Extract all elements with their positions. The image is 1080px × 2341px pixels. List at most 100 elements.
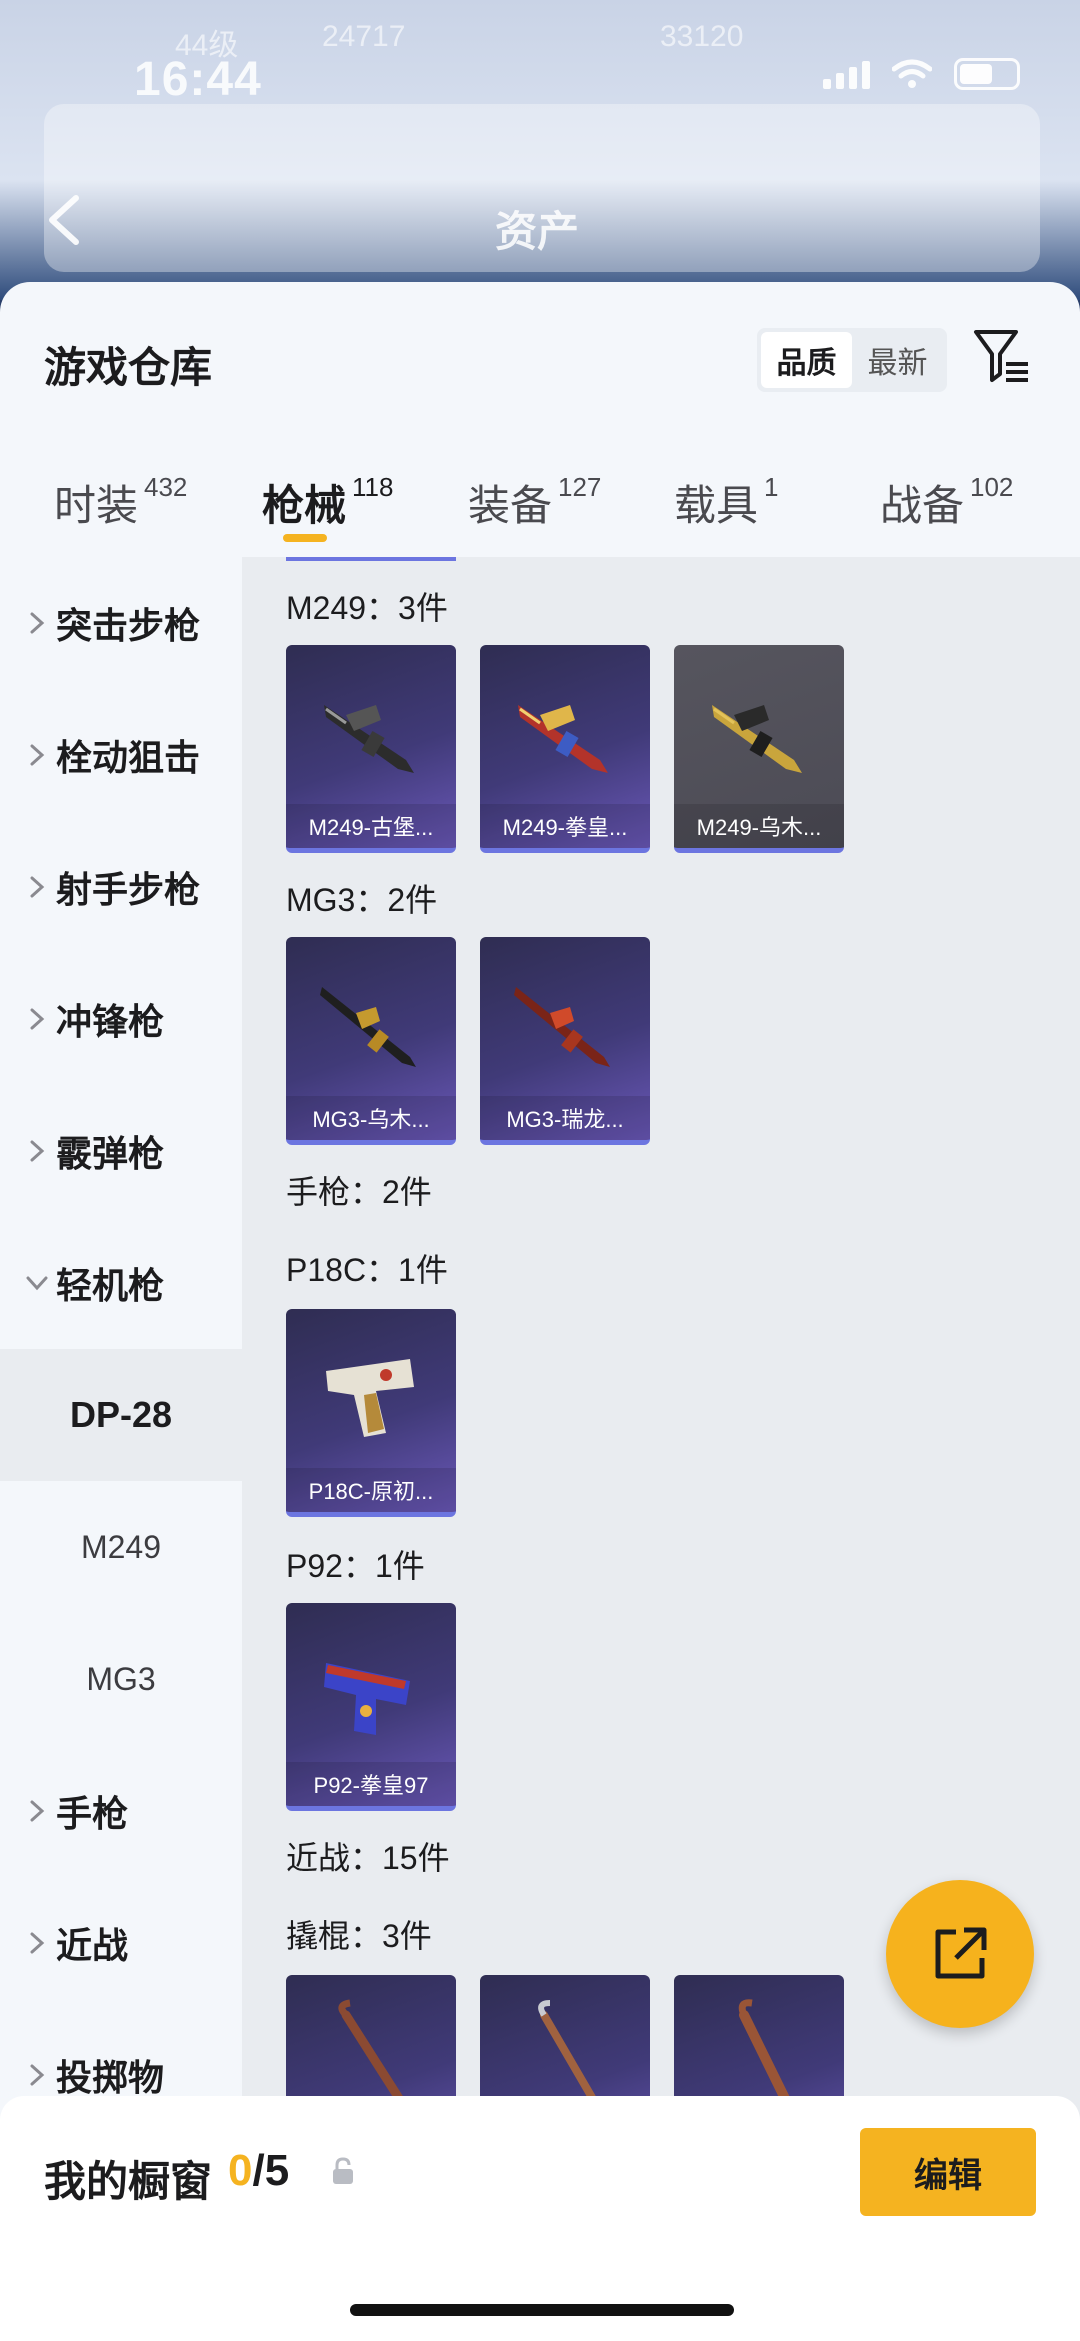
item-card[interactable]: M249-拳皇... (480, 645, 650, 853)
tab-count: 1 (764, 472, 779, 502)
category-label: 投掷物 (56, 2057, 165, 2098)
item-name: MG3-乌木... (286, 1096, 456, 1140)
section-label-mg3: MG3：2件 (286, 882, 438, 918)
category-bolt-sniper[interactable]: 栓动狙击 (0, 689, 242, 821)
chevron-right-icon (30, 2064, 45, 2086)
category-lmg[interactable]: 轻机枪 (0, 1217, 242, 1349)
section-label-m249: M249：3件 (286, 590, 448, 626)
subcategory-mg3[interactable]: MG3 (0, 1613, 242, 1745)
item-grid: M249：3件 M249-古堡... M249-拳皇... M249-乌木...… (242, 557, 1080, 2341)
chevron-right-icon (30, 1932, 45, 1954)
status-time: 16:44 (134, 53, 262, 106)
category-assault-rifle[interactable]: 突击步枪 (0, 557, 242, 689)
showcase-total: /5 (252, 2146, 290, 2195)
tab-label: 时装 (54, 482, 139, 529)
sheet-title: 游戏仓库 (44, 344, 213, 391)
item-name: P18C-原初... (286, 1468, 456, 1512)
item-card[interactable]: MG3-瑞龙... (480, 937, 650, 1145)
category-melee[interactable]: 近战 (0, 1877, 242, 2009)
chevron-down-icon (26, 1276, 48, 1291)
subcategory-m249[interactable]: M249 (0, 1481, 242, 1613)
item-card[interactable]: M249-乌木... (674, 645, 844, 853)
tab-guns[interactable]: 枪械 118 (262, 472, 393, 533)
item-card[interactable]: M249-古堡... (286, 645, 456, 853)
background-page-title: 资产 (495, 208, 580, 255)
chevron-right-icon (30, 612, 45, 634)
status-icons (823, 58, 1020, 90)
category-tabs: 时装 432 枪械 118 装备 127 载具 1 战备 102 (0, 462, 1080, 562)
edit-button[interactable]: 编辑 (860, 2128, 1036, 2216)
item-card[interactable]: P92-拳皇97 (286, 1603, 456, 1811)
lock-icon (333, 2157, 353, 2184)
chevron-right-icon (30, 1800, 45, 1822)
bg-score-text: 24717 (322, 20, 406, 53)
tab-supplies[interactable]: 战备 102 (880, 472, 1013, 533)
showcase-label: 我的橱窗 (44, 2158, 213, 2205)
tab-label: 装备 (468, 482, 553, 529)
item-name: MG3-瑞龙... (480, 1096, 650, 1140)
warehouse-sheet: 游戏仓库 品质 最新 时装 432 枪械 118 装备 127 载具 1 战备 … (0, 282, 1080, 2341)
section-label-p18c: P18C：1件 (286, 1252, 448, 1288)
bg-coin-text: 33120 (660, 20, 744, 53)
battery-icon (954, 58, 1020, 90)
item-card[interactable]: MG3-乌木... (286, 937, 456, 1145)
tab-count: 432 (144, 472, 188, 502)
tab-count: 102 (970, 472, 1014, 502)
lmg-skin-icon (324, 705, 414, 773)
category-shotgun[interactable]: 霰弹枪 (0, 1085, 242, 1217)
active-tab-indicator (283, 534, 327, 542)
category-label: 霰弹枪 (56, 1133, 165, 1174)
category-smg[interactable]: 冲锋枪 (0, 953, 242, 1085)
tab-vehicles[interactable]: 载具 1 (674, 472, 778, 533)
category-label: 突击步枪 (56, 605, 201, 646)
category-label: 栓动狙击 (56, 737, 201, 778)
item-name: M249-乌木... (674, 804, 844, 848)
previous-item-edge (286, 557, 456, 561)
item-name: M249-古堡... (286, 804, 456, 848)
wifi-icon (892, 59, 932, 88)
category-label: 近战 (56, 1925, 129, 1966)
showcase-count: 0/5 (228, 2146, 289, 2196)
category-label: 射手步枪 (56, 869, 201, 910)
category-marksman-rifle[interactable]: 射手步枪 (0, 821, 242, 953)
category-label: 冲锋枪 (56, 1001, 165, 1042)
tab-label: 载具 (674, 482, 759, 529)
item-name: M249-拳皇... (480, 804, 650, 848)
section-label-p92: P92：1件 (286, 1548, 425, 1584)
app-root: 44级 24717 33120 16:44 资产 游戏仓库 品质 最新 时装 4… (0, 0, 1080, 2341)
lmg-skin-icon (514, 987, 610, 1067)
tab-equipment[interactable]: 装备 127 (468, 472, 601, 533)
category-label: 轻机枪 (56, 1265, 165, 1306)
category-sidebar: 突击步枪 栓动狙击 射手步枪 冲锋枪 霰弹枪 轻机枪 DP-28 M249 MG… (0, 557, 242, 2341)
sort-newest-button[interactable]: 最新 (852, 332, 943, 388)
section-label-melee: 近战：15件 (286, 1840, 450, 1876)
chevron-right-icon (30, 1140, 45, 1162)
chevron-right-icon (30, 744, 45, 766)
chevron-right-icon (30, 1008, 45, 1030)
back-arrow-icon[interactable] (40, 190, 90, 250)
pistol-skin-icon (326, 1359, 414, 1437)
tab-skins[interactable]: 时装 432 (54, 472, 187, 533)
showcase-current: 0 (228, 2146, 253, 2195)
tab-label: 战备 (880, 482, 965, 529)
section-label-crowbar: 撬棍：3件 (286, 1918, 432, 1954)
category-pistol[interactable]: 手枪 (0, 1745, 242, 1877)
filter-icon[interactable] (972, 326, 1032, 386)
sort-toggle: 品质 最新 (757, 328, 947, 392)
external-link-icon (935, 1927, 987, 1979)
tab-label: 枪械 (262, 482, 347, 529)
pistol-skin-icon (324, 1663, 410, 1735)
chevron-right-icon (30, 876, 45, 898)
subcategory-dp28[interactable]: DP-28 (0, 1349, 242, 1481)
item-name: P92-拳皇97 (286, 1762, 456, 1806)
section-label-pistol: 手枪：2件 (286, 1174, 432, 1210)
share-button[interactable] (886, 1880, 1034, 2028)
tab-count: 127 (558, 472, 602, 502)
showcase-bar: 我的橱窗 0/5 编辑 (0, 2096, 1080, 2341)
sort-quality-button[interactable]: 品质 (761, 332, 852, 388)
item-card[interactable]: P18C-原初... (286, 1309, 456, 1517)
signal-icon (823, 59, 870, 89)
category-label: 手枪 (56, 1793, 129, 1834)
lmg-skin-icon (320, 987, 416, 1067)
tab-count: 118 (352, 472, 394, 502)
